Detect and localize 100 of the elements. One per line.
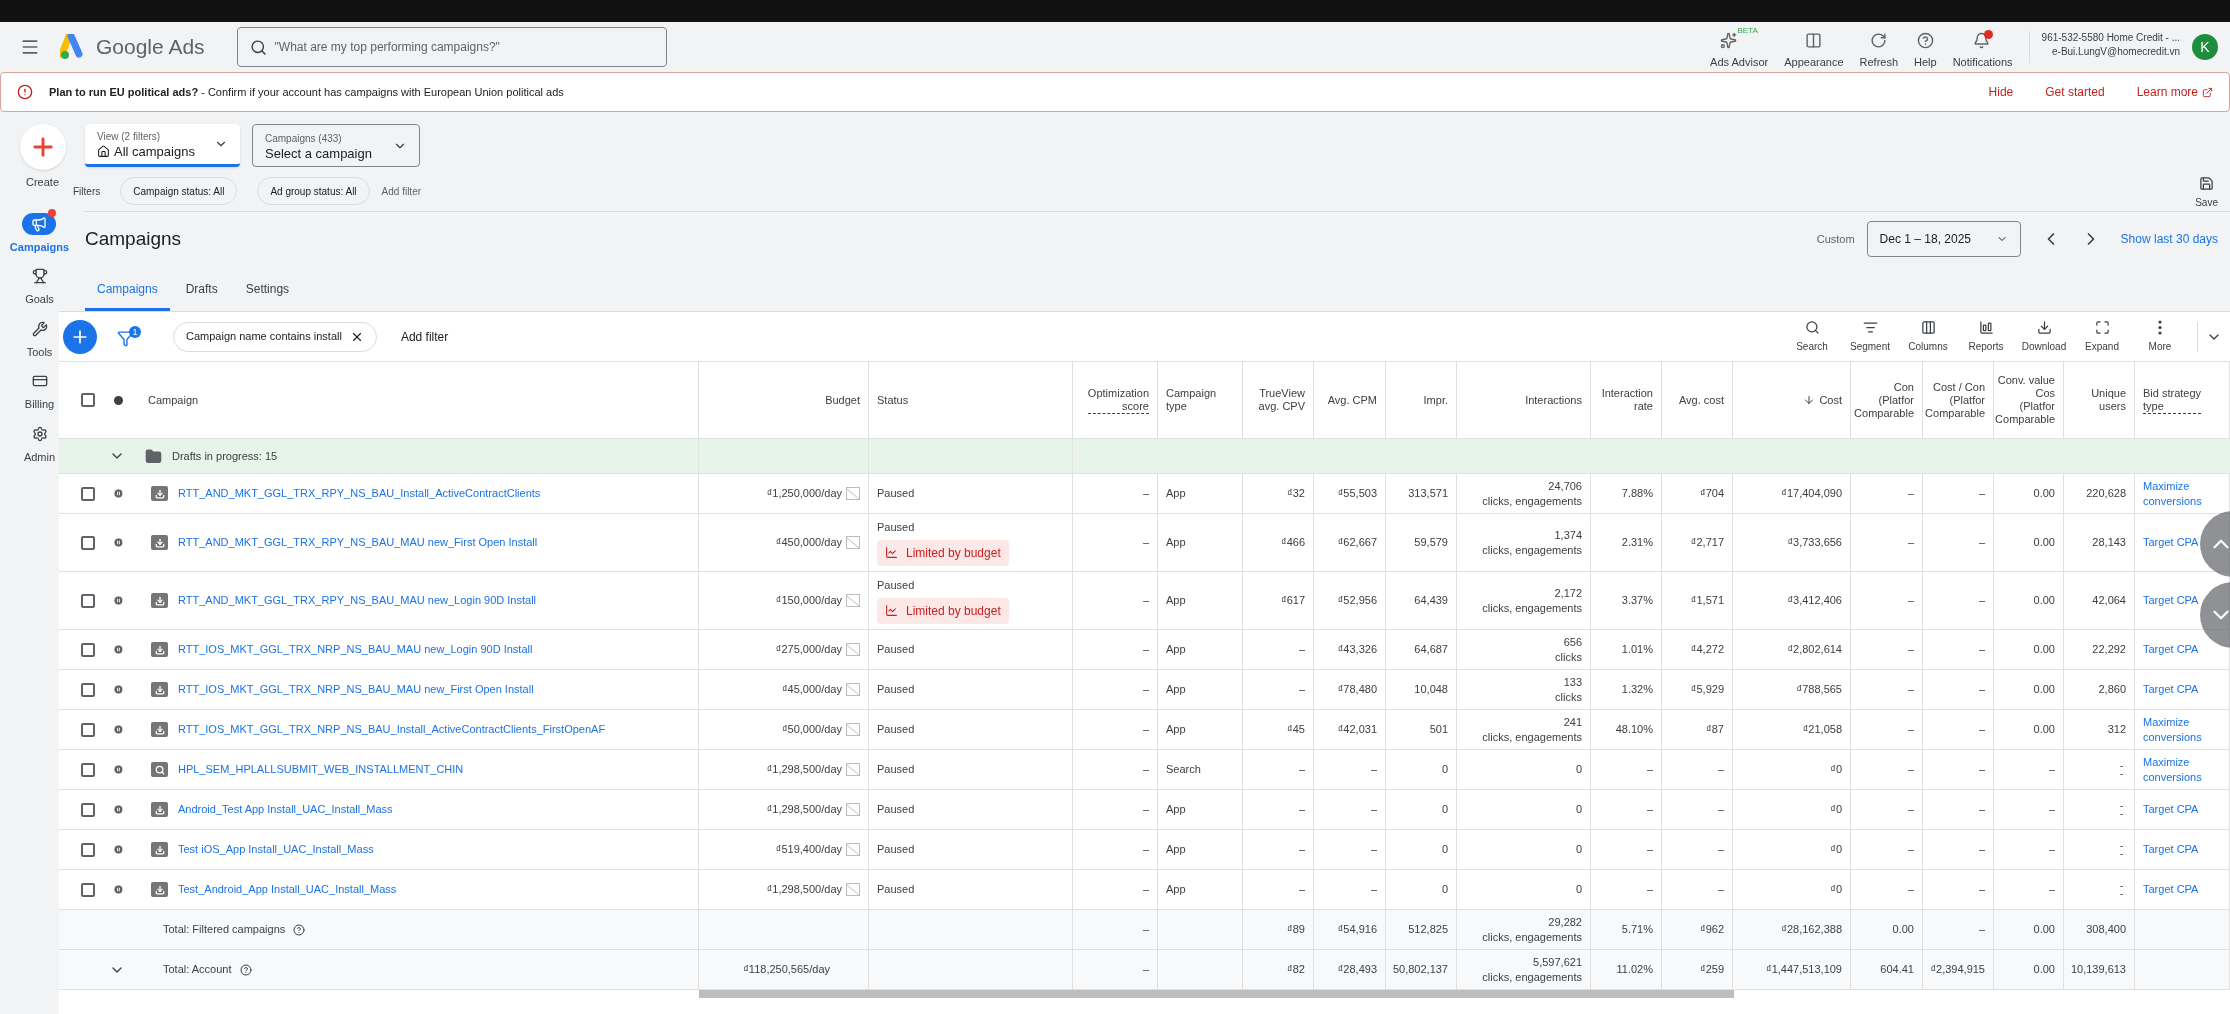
checkbox[interactable] xyxy=(81,642,95,657)
bid-strategy-link[interactable]: Target CPA xyxy=(2143,642,2199,657)
horizontal-scrollbar[interactable] xyxy=(699,990,1734,998)
column-header[interactable]: Avg. cost xyxy=(1678,393,1724,407)
column-header[interactable]: Status xyxy=(877,393,909,407)
campaign-name-link[interactable]: Test_Android_App Install_UAC_Install_Mass xyxy=(178,881,397,898)
table-cell-text: -- xyxy=(2120,761,2125,778)
bid-strategy-link[interactable]: Target CPA xyxy=(2143,682,2199,697)
header-action-button[interactable]: Notifications xyxy=(1944,23,2021,71)
toolbar-button[interactable]: Download xyxy=(2015,319,2073,354)
column-header[interactable]: Unique users xyxy=(2091,387,2126,413)
wrench-icon xyxy=(31,320,48,337)
bid-strategy-link[interactable]: Target CPA xyxy=(2143,802,2199,817)
column-header[interactable]: Conv. value Cos (Platfor Comparable xyxy=(1995,374,2055,426)
save-button[interactable]: Save xyxy=(2195,176,2218,210)
column-header[interactable]: Campaign xyxy=(148,393,199,407)
table-cell-text: – xyxy=(1298,682,1305,698)
table-cell-text: ₫21,058 xyxy=(1802,722,1842,738)
toolbar-button[interactable]: Segment xyxy=(1841,319,1899,354)
checkbox[interactable] xyxy=(81,593,95,608)
view-dropdown[interactable]: View (2 filters) All campaigns xyxy=(85,124,240,167)
checkbox[interactable] xyxy=(81,842,95,857)
campaign-name-link[interactable]: RTT_IOS_MKT_GGL_TRX_NRP_NS_BAU_MAU new_First Open Install xyxy=(178,681,534,698)
bid-strategy-link[interactable]: Target CPA xyxy=(2143,882,2199,897)
campaign-name-link[interactable]: RTT_IOS_MKT_GGL_TRX_NRP_NS_BAU_MAU new_Login 90D Install xyxy=(178,641,533,658)
paused-icon xyxy=(113,537,124,548)
checkbox[interactable] xyxy=(81,802,95,817)
bid-strategy-link[interactable]: Target CPA xyxy=(2143,535,2199,550)
banner-link[interactable]: Learn more xyxy=(2136,83,2213,101)
sidebar-item[interactable]: Billing xyxy=(22,370,57,413)
date-range-dropdown[interactable]: Dec 1 – 18, 2025 xyxy=(1866,221,2021,257)
help-icon[interactable] xyxy=(293,923,306,936)
campaign-name-link[interactable]: HPL_SEM_HPLALLSUBMIT_WEB_INSTALLMENT_CHIN xyxy=(178,761,464,778)
show-last-30-days-link[interactable]: Show last 30 days xyxy=(2120,230,2218,248)
toolbar-button[interactable]: Search xyxy=(1783,319,1841,354)
column-header[interactable]: TrueView avg. CPV xyxy=(1258,387,1305,413)
header-action-button[interactable]: Help xyxy=(1906,23,1945,71)
help-icon[interactable] xyxy=(239,963,252,976)
sidebar-item[interactable]: Tools xyxy=(22,317,57,360)
bid-strategy-link[interactable]: Target CPA xyxy=(2143,593,2199,608)
add-filter-button[interactable]: Add filter xyxy=(400,327,449,346)
bid-strategy-link[interactable]: Target CPA xyxy=(2143,842,2199,857)
avatar[interactable]: K xyxy=(2192,34,2218,60)
banner-link[interactable]: Get started xyxy=(2045,83,2105,101)
tab[interactable]: Drafts xyxy=(173,280,230,311)
campaign-dropdown[interactable]: Campaigns (433) Select a campaign xyxy=(252,124,420,167)
sidebar-item[interactable]: Admin xyxy=(22,422,57,465)
tab[interactable]: Settings xyxy=(233,280,302,311)
table-cell-text: ₫28,162,388 xyxy=(1781,922,1842,938)
checkbox[interactable] xyxy=(81,722,95,737)
checkbox[interactable] xyxy=(81,535,95,550)
table-cell-text: – xyxy=(1907,486,1914,502)
toolbar-button[interactable]: Reports xyxy=(1957,319,2015,354)
checkbox[interactable] xyxy=(81,393,95,407)
table-cell-text: 0.00 xyxy=(2033,922,2055,938)
column-header[interactable]: Cost / Con (Platfor Comparable xyxy=(1925,380,1985,420)
column-header[interactable]: Interaction rate xyxy=(1601,387,1653,413)
bid-strategy-link[interactable]: Maximize conversions xyxy=(2143,478,2221,509)
column-header[interactable]: Bid strategy type xyxy=(2143,386,2202,414)
limited-by-budget-badge[interactable]: Limited by budget xyxy=(877,597,1009,624)
header-action-button[interactable]: Refresh xyxy=(1851,23,1907,71)
campaign-name-link[interactable]: Test iOS_App Install_UAC_Install_Mass xyxy=(178,841,374,858)
campaign-name-link[interactable]: RTT_AND_MKT_GGL_TRX_RPY_NS_BAU_Install_ActiveContractClients xyxy=(178,485,541,502)
toolbar-button[interactable]: Expand xyxy=(2073,319,2131,354)
toolbar-button[interactable]: Columns xyxy=(1899,319,1957,354)
checkbox[interactable] xyxy=(81,486,95,501)
column-header[interactable]: Campaign type xyxy=(1166,387,1217,413)
column-header[interactable]: Impr. xyxy=(1423,393,1448,407)
sidebar-item[interactable]: Campaigns xyxy=(9,212,70,255)
campaign-name-link[interactable]: RTT_AND_MKT_GGL_TRX_RPY_NS_BAU_MAU new_Login 90D Install xyxy=(178,592,537,609)
checkbox[interactable] xyxy=(81,682,95,697)
budget-value: ₫1,250,000/day xyxy=(766,486,842,502)
bid-strategy-link[interactable]: Maximize conversions xyxy=(2143,754,2221,785)
checkbox[interactable] xyxy=(81,762,95,777)
table-cell-text: 3.37% xyxy=(1621,593,1653,609)
campaign-name-link[interactable]: RTT_IOS_MKT_GGL_TRX_NRP_NS_BAU_Install_ActiveContractClients_FirstOpenAF xyxy=(178,721,606,738)
search-field[interactable]: "What are my top performing campaigns?" xyxy=(236,27,667,67)
columns-icon xyxy=(1920,319,1936,335)
column-header[interactable]: Cost xyxy=(1803,393,1842,407)
toolbar-button[interactable]: More xyxy=(2131,319,2189,354)
campaign-name-link[interactable]: RTT_AND_MKT_GGL_TRX_RPY_NS_BAU_MAU new_First Open Install xyxy=(178,534,538,551)
column-header[interactable]: Con (Platfor Comparable xyxy=(1854,380,1914,420)
table-cell-detail: clicks xyxy=(1555,649,1582,665)
checkbox[interactable] xyxy=(81,882,95,897)
column-header[interactable]: Budget xyxy=(825,393,860,407)
limited-by-budget-badge[interactable]: Limited by budget xyxy=(877,539,1009,566)
bid-strategy-link[interactable]: Maximize conversions xyxy=(2143,714,2221,745)
sidebar-item[interactable]: Goals xyxy=(22,265,57,308)
menu-icon[interactable] xyxy=(20,37,40,57)
header-action-button[interactable]: BETA Ads Advisor xyxy=(1702,23,1777,71)
banner-link[interactable]: Hide xyxy=(1988,83,2014,101)
campaign-name-link[interactable]: Android_Test App Install_UAC_Install_Mass xyxy=(178,801,393,818)
add-button[interactable] xyxy=(63,319,97,354)
table-cell-text: 0.00 xyxy=(2033,642,2055,658)
help-icon xyxy=(1916,31,1934,49)
column-header[interactable]: Optimization score xyxy=(1087,386,1149,414)
column-header[interactable]: Avg. CPM xyxy=(1327,393,1377,407)
column-header[interactable]: Interactions xyxy=(1525,393,1582,407)
add-filter-button[interactable]: Add filter xyxy=(381,183,422,199)
header-action-button[interactable]: Appearance xyxy=(1776,23,1852,71)
